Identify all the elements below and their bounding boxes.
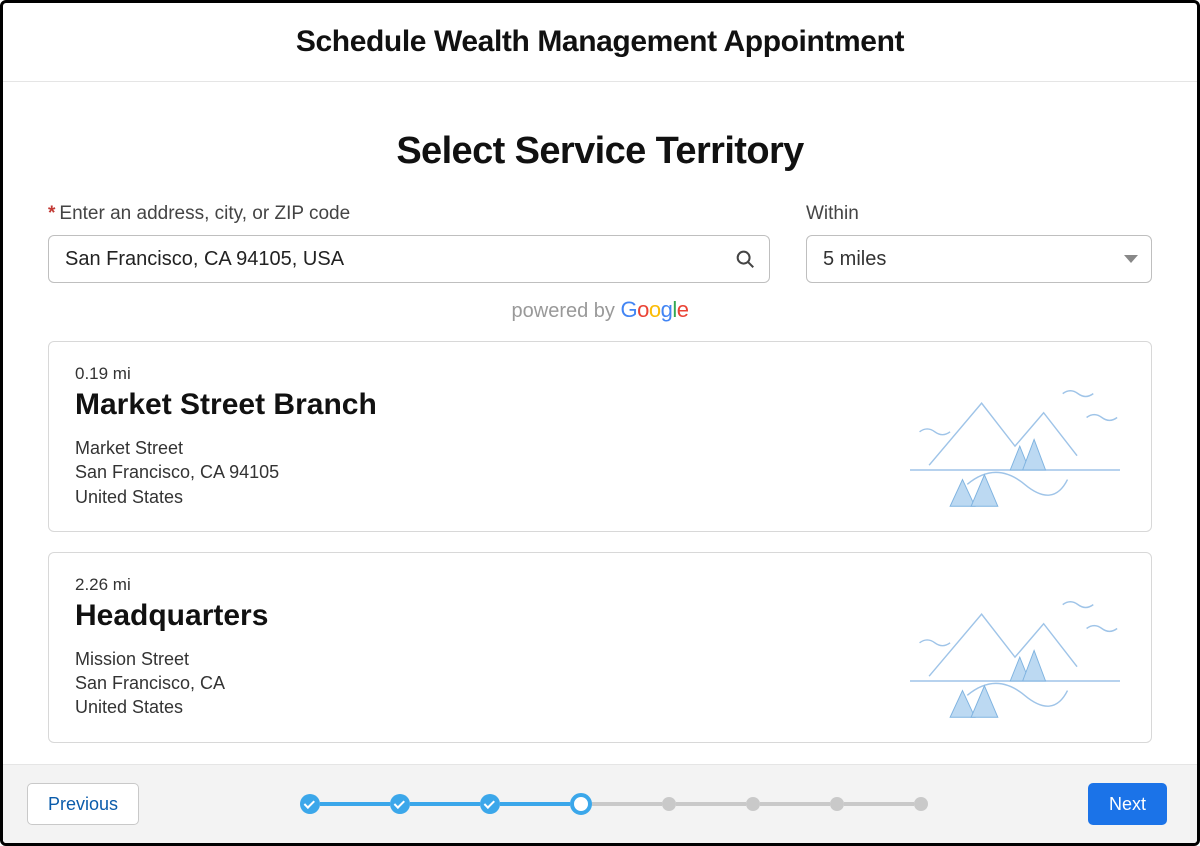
step-dot[interactable] bbox=[662, 797, 676, 811]
branch-name: Market Street Branch bbox=[75, 388, 377, 422]
card-info: 2.26 mi Headquarters Mission Street San … bbox=[75, 575, 268, 720]
address-line-2: San Francisco, CA 94105 bbox=[75, 460, 377, 484]
required-asterisk: * bbox=[48, 203, 55, 224]
step-line bbox=[760, 802, 830, 806]
address-input-wrap bbox=[48, 235, 770, 283]
step-dot[interactable] bbox=[390, 794, 410, 814]
step-dot[interactable] bbox=[746, 797, 760, 811]
card-info: 0.19 mi Market Street Branch Market Stre… bbox=[75, 364, 377, 509]
address-field: *Enter an address, city, or ZIP code bbox=[48, 203, 770, 283]
territory-card[interactable]: 0.19 mi Market Street Branch Market Stre… bbox=[48, 341, 1152, 532]
search-icon[interactable] bbox=[734, 248, 756, 270]
step-dot[interactable] bbox=[480, 794, 500, 814]
app-frame: Schedule Wealth Management Appointment S… bbox=[0, 0, 1200, 846]
page-title: Schedule Wealth Management Appointment bbox=[3, 25, 1197, 59]
within-select[interactable]: 5 miles bbox=[806, 235, 1152, 283]
step-dot[interactable] bbox=[300, 794, 320, 814]
footer: Previous Next bbox=[3, 764, 1197, 843]
powered-prefix: powered by bbox=[512, 300, 621, 322]
section-title: Select Service Territory bbox=[48, 130, 1152, 173]
landscape-illustration bbox=[905, 575, 1125, 720]
branch-name: Headquarters bbox=[75, 599, 268, 633]
controls-row: *Enter an address, city, or ZIP code Wit… bbox=[48, 203, 1152, 283]
address-line-3: United States bbox=[75, 485, 377, 509]
distance: 0.19 mi bbox=[75, 364, 377, 384]
address-line-1: Market Street bbox=[75, 436, 377, 460]
step-dot[interactable] bbox=[914, 797, 928, 811]
address-line-3: United States bbox=[75, 695, 268, 719]
within-label: Within bbox=[806, 203, 1152, 225]
powered-by: powered by Google bbox=[48, 297, 1152, 323]
distance: 2.26 mi bbox=[75, 575, 268, 595]
territory-card[interactable]: 2.26 mi Headquarters Mission Street San … bbox=[48, 552, 1152, 743]
step-dot[interactable] bbox=[570, 793, 592, 815]
content: Select Service Territory *Enter an addre… bbox=[3, 82, 1197, 764]
step-dot[interactable] bbox=[830, 797, 844, 811]
address-label-text: Enter an address, city, or ZIP code bbox=[59, 203, 350, 224]
next-button[interactable]: Next bbox=[1088, 783, 1167, 825]
address-line-2: San Francisco, CA bbox=[75, 671, 268, 695]
within-field: Within 5 miles bbox=[806, 203, 1152, 283]
google-logo: Google bbox=[620, 297, 688, 322]
within-select-wrap: 5 miles bbox=[806, 235, 1152, 283]
step-line bbox=[410, 802, 480, 806]
step-line bbox=[592, 802, 662, 806]
landscape-illustration bbox=[905, 364, 1125, 509]
address-line-1: Mission Street bbox=[75, 647, 268, 671]
step-line bbox=[844, 802, 914, 806]
address-label: *Enter an address, city, or ZIP code bbox=[48, 203, 770, 225]
header: Schedule Wealth Management Appointment bbox=[3, 3, 1197, 82]
step-line bbox=[500, 802, 570, 806]
step-line bbox=[320, 802, 390, 806]
results-list: 0.19 mi Market Street Branch Market Stre… bbox=[48, 341, 1152, 743]
address-input[interactable] bbox=[48, 235, 770, 283]
step-line bbox=[676, 802, 746, 806]
chevron-down-icon bbox=[1124, 255, 1138, 263]
previous-button[interactable]: Previous bbox=[27, 783, 139, 825]
stepper bbox=[300, 793, 928, 815]
